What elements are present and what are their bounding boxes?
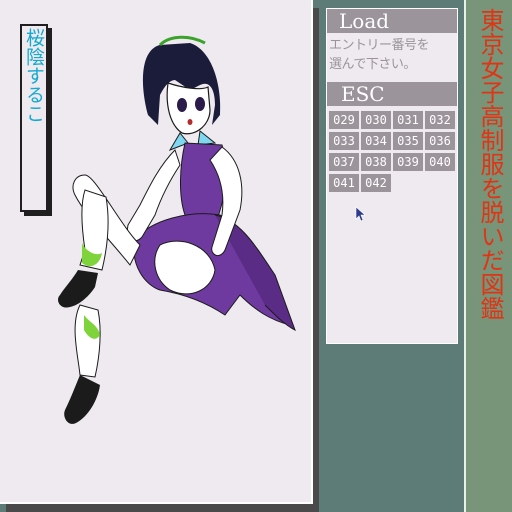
entry-slot[interactable]: 036: [425, 132, 455, 150]
entry-slot[interactable]: 041: [329, 174, 359, 192]
character-illustration: [58, 35, 296, 424]
load-prompt: エントリー番号を 選んで下さい。: [327, 33, 457, 80]
shoe-upper: [58, 270, 98, 308]
entry-slot-grid: 029 030 031 032 033 034 035 036 037 038 …: [329, 111, 457, 192]
esc-button[interactable]: ESC: [327, 82, 457, 106]
load-header: Load: [327, 9, 457, 33]
prompt-line-1: エントリー番号を: [329, 38, 430, 53]
load-panel: Load エントリー番号を 選んで下さい。 ESC 029 030 031 03…: [326, 8, 458, 344]
entry-slot[interactable]: 039: [393, 153, 423, 171]
title-panel: 東京女子高制服を脱いだ図鑑: [464, 0, 512, 512]
entry-slot[interactable]: 038: [361, 153, 391, 171]
entry-slot[interactable]: 034: [361, 132, 391, 150]
game-screen: 桜陰するこ Load エントリー番号を 選んで下さい。 ESC 029 030 …: [0, 0, 512, 512]
entry-slot[interactable]: 033: [329, 132, 359, 150]
collar-right: [197, 130, 217, 146]
prompt-line-2: 選んで下さい。: [329, 57, 416, 72]
eye-right: [195, 97, 205, 111]
entry-slot[interactable]: 030: [361, 111, 391, 129]
shin-lower: [74, 304, 101, 378]
entry-slot[interactable]: 035: [393, 132, 423, 150]
portrait-card: 桜陰するこ: [0, 0, 313, 504]
mouse-pointer-icon: [355, 206, 365, 222]
entry-slot[interactable]: 037: [329, 153, 359, 171]
entry-slot[interactable]: 031: [393, 111, 423, 129]
game-title: 東京女子高制服を脱いだ図鑑: [476, 8, 504, 320]
entry-slot[interactable]: 042: [361, 174, 391, 192]
mouth: [187, 119, 193, 125]
entry-slot[interactable]: 032: [425, 111, 455, 129]
entry-slot[interactable]: 029: [329, 111, 359, 129]
shoe-lower: [64, 375, 100, 424]
eye-left: [177, 98, 187, 112]
entry-slot[interactable]: 040: [425, 153, 455, 171]
